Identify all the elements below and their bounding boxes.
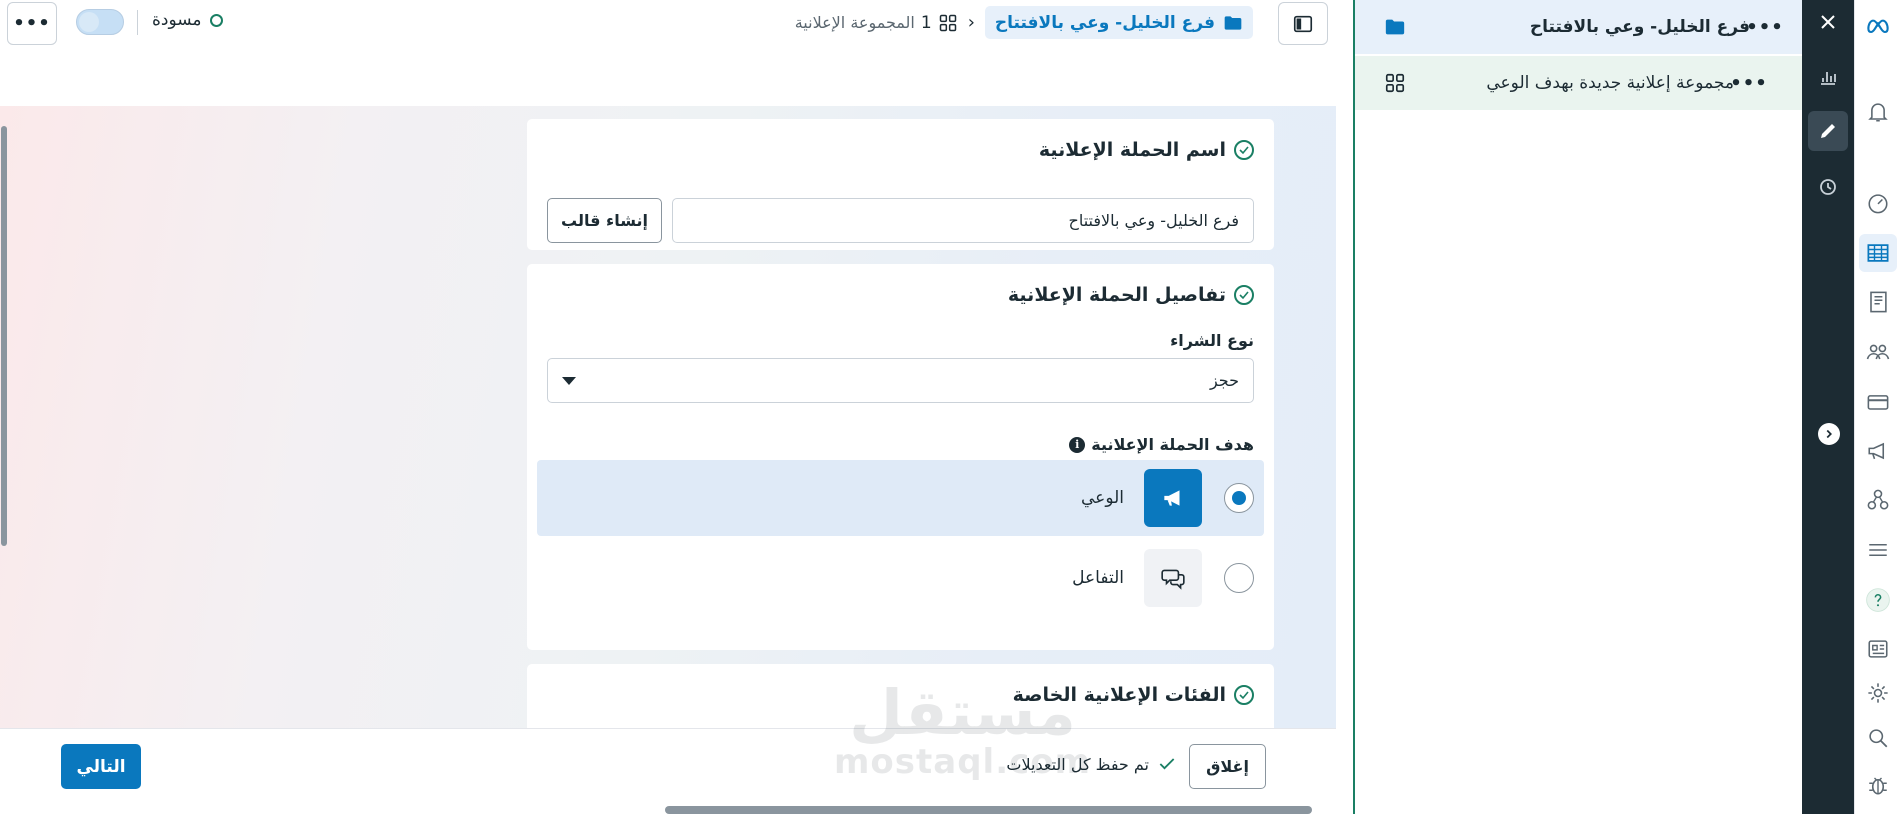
search-icon[interactable] [1859,719,1897,757]
campaign-name-title: اسم الحملة الإعلانية [1039,139,1254,161]
expand-panel-chevron-icon[interactable] [1818,423,1840,445]
more-options-button[interactable]: ••• [7,2,57,45]
horizontal-scrollbar-thumb[interactable] [665,806,1312,814]
tree-campaign-label: فرع الخليل- وعي بالافتتاح [1529,17,1750,37]
toggle-side-panel-button[interactable] [1278,2,1328,45]
breadcrumb-campaign[interactable]: فرع الخليل- وعي بالافتتاح [984,6,1253,39]
chat-bubbles-icon [1144,549,1202,607]
adset-grid-icon [939,14,956,31]
ads-manager-table-icon[interactable] [1859,234,1897,272]
info-icon[interactable]: i [1069,436,1086,453]
dashboard-gauge-icon[interactable] [1859,184,1897,222]
objective-radio-awareness[interactable] [1224,483,1254,513]
objective-label: هدف الحملة الإعلانية i [1069,435,1254,454]
objective-option-engagement[interactable]: التفاعل [537,540,1264,616]
special-ad-categories-title-text: الفئات الإعلانية الخاصة [1012,684,1226,706]
draft-status: مسودة [152,10,223,30]
draft-status-text: مسودة [152,10,202,30]
objective-option-awareness[interactable]: الوعي [537,460,1264,536]
buying-type-label: نوع الشراء [1170,331,1254,350]
adset-grid-icon [1383,71,1407,95]
objective-label-text: هدف الحملة الإعلانية [1091,435,1254,454]
billing-card-icon[interactable] [1859,383,1897,421]
vertical-scrollbar[interactable] [0,106,8,728]
objective-label-awareness: الوعي [1081,488,1124,508]
buying-type-select[interactable]: حجز [547,358,1254,403]
adset-more-options-icon[interactable]: ••• [1730,68,1767,98]
campaign-structure-panel: فرع الخليل- وعي بالافتتاح ••• مجموعة إعل… [1353,0,1802,814]
campaign-details-title: تفاصيل الحملة الإعلانية [1008,284,1254,306]
help-question-icon[interactable] [1859,581,1897,619]
adset-count: 1 [920,12,932,33]
completed-check-icon [1234,140,1254,160]
vertical-scrollbar-thumb[interactable] [1,126,7,546]
toggle-knob [79,12,99,32]
breadcrumb-adset-label: المجموعة الإعلانية [794,13,915,32]
tree-adset-label: مجموعة إعلانية جديدة بهدف الوعي [1486,73,1734,93]
all-tools-menu-icon[interactable] [1859,531,1897,569]
close-editor-icon[interactable] [1808,2,1848,42]
megaphone-icon [1144,469,1202,527]
objective-radio-engagement[interactable] [1224,563,1254,593]
editor-main: اسم الحملة الإعلانية فرع الخليل- وعي بال… [0,106,1336,728]
side-panel-icon [1293,15,1313,32]
campaign-name-input[interactable]: فرع الخليل- وعي بالافتتاح [672,198,1254,243]
breadcrumb-campaign-label: فرع الخليل- وعي بالافتتاح [994,12,1215,33]
folder-icon [1224,15,1242,30]
news-feed-icon[interactable] [1859,630,1897,668]
folder-icon [1383,15,1407,39]
pages-book-icon[interactable] [1859,283,1897,321]
editor-header: ••• مسودة فرع الخليل- وعي بالافتتاح ‹ 1 … [0,0,1336,88]
campaign-details-card: تفاصيل الحملة الإعلانية نوع الشراء حجز ه… [527,264,1274,650]
save-status-text: تم حفظ كل التعديلات [1006,754,1149,774]
report-bug-icon[interactable] [1859,766,1897,804]
tree-item-adset[interactable]: مجموعة إعلانية جديدة بهدف الوعي ••• [1355,56,1802,110]
business-network-icon[interactable] [1859,481,1897,519]
create-template-button[interactable]: إنشاء قالب [547,198,662,243]
completed-check-icon [1234,285,1254,305]
dropdown-caret-icon [562,376,576,385]
campaign-details-title-text: تفاصيل الحملة الإعلانية [1007,284,1226,306]
save-status: تم حفظ كل التعديلات [1006,754,1177,774]
campaigns-megaphone-icon[interactable] [1859,432,1897,470]
audiences-people-icon[interactable] [1859,333,1897,371]
history-clock-icon[interactable] [1808,167,1848,207]
campaign-name-card: اسم الحملة الإعلانية فرع الخليل- وعي بال… [527,119,1274,250]
campaign-on-off-toggle[interactable] [76,9,124,35]
special-ad-categories-title: الفئات الإعلانية الخاصة [1013,684,1254,706]
tree-item-campaign[interactable]: فرع الخليل- وعي بالافتتاح ••• [1355,0,1802,54]
breadcrumb-chevron-icon: ‹ [967,12,975,33]
radio-selected-dot [1232,491,1246,505]
objective-label-engagement: التفاعل [1072,568,1124,588]
header-divider [137,10,138,35]
meta-logo-icon[interactable] [1859,6,1897,44]
insights-chart-icon[interactable] [1808,57,1848,97]
editor-tool-strip [1802,0,1854,814]
draft-status-dot-icon [209,13,223,27]
close-button[interactable]: إغلاق [1189,744,1266,789]
special-ad-categories-card: الفئات الإعلانية الخاصة [527,664,1274,728]
settings-gear-icon[interactable] [1859,674,1897,712]
edit-pencil-icon[interactable] [1808,111,1848,151]
breadcrumb: فرع الخليل- وعي بالافتتاح ‹ 1 المجموعة ا… [795,6,1253,39]
breadcrumb-adset[interactable]: 1 المجموعة الإعلانية [795,13,958,33]
app-navigation-rail [1854,0,1901,814]
campaign-more-options-icon[interactable]: ••• [1746,12,1783,42]
next-button[interactable]: التالي [61,744,141,789]
buying-type-value: حجز [1209,371,1239,390]
editor-footer: التالي إغلاق تم حفظ كل التعديلات [0,728,1336,814]
completed-check-icon [1234,685,1254,705]
saved-check-icon [1159,758,1175,770]
campaign-name-title-text: اسم الحملة الإعلانية [1038,139,1226,161]
notifications-bell-icon[interactable] [1859,93,1897,131]
